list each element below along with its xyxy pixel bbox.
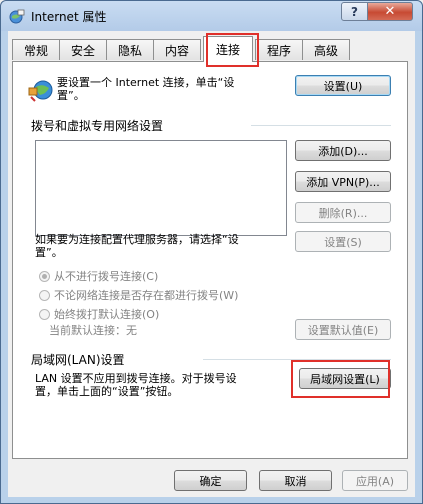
radio-label: 从不进行拨号连接(C) [54, 270, 159, 283]
cancel-button[interactable]: 取消 [259, 470, 332, 491]
dialup-group-header: 拨号和虚拟专用网络设置 [31, 119, 164, 133]
remove-button[interactable]: 删除(R)... [295, 202, 391, 223]
radio-dial-whenever[interactable]: 不论网络连接是否存在都进行拨号(W) [39, 287, 238, 303]
add-button[interactable]: 添加(D)... [295, 140, 391, 161]
lan-separator [203, 359, 391, 360]
tab-content[interactable]: 内容 [153, 39, 201, 60]
setup-text-line1: 要设置一个 Internet 连接，单击“设 [57, 76, 235, 89]
current-default-label: 当前默认连接：无 [49, 324, 137, 338]
radio-label: 始终拨打默认连接(O) [54, 308, 160, 321]
title-bar[interactable]: Internet 属性 ? ✕ [1, 1, 422, 31]
ok-button[interactable]: 确定 [174, 470, 247, 491]
tab-general[interactable]: 常规 [12, 39, 60, 60]
setup-text-line2: 置”。 [57, 89, 85, 102]
tab-privacy[interactable]: 隐私 [106, 39, 154, 60]
tab-programs[interactable]: 程序 [255, 39, 303, 60]
network-globe-icon [28, 80, 53, 102]
internet-options-icon [9, 9, 25, 24]
radio-indicator [39, 270, 50, 282]
proxy-text-line1: 如果要为连接配置代理服务器，请选择“设 [35, 233, 239, 246]
radio-always-dial-default[interactable]: 始终拨打默认连接(O) [39, 306, 159, 322]
tab-advanced[interactable]: 高级 [302, 39, 350, 60]
internet-properties-window: Internet 属性 ? ✕ 常规 安全 隐私 内容 连接 程序 高级 要设置… [0, 0, 423, 504]
tab-connections[interactable]: 连接 [203, 36, 253, 62]
radio-never-dial[interactable]: 从不进行拨号连接(C) [39, 268, 158, 284]
dialog-client-area: 常规 安全 隐私 内容 连接 程序 高级 要设置一个 Internet 连接，单… [8, 31, 415, 497]
radio-indicator [39, 289, 50, 301]
lan-settings-button[interactable]: 局域网设置(L) [299, 368, 391, 389]
set-default-button[interactable]: 设置默认值(E) [295, 319, 391, 340]
connections-listbox[interactable] [35, 140, 287, 236]
add-vpn-button[interactable]: 添加 VPN(P)... [295, 171, 391, 192]
radio-indicator [39, 308, 50, 320]
connections-panel: 要设置一个 Internet 连接，单击“设 置”。 设置(U) 拨号和虚拟专用… [12, 61, 408, 459]
window-title: Internet 属性 [31, 10, 107, 24]
dialup-separator [251, 125, 391, 126]
help-button[interactable]: ? [341, 2, 368, 21]
setup-button[interactable]: 设置(U) [295, 75, 391, 96]
lan-group-header: 局域网(LAN)设置 [31, 353, 125, 367]
current-default-caption: 当前默认连接： [49, 324, 126, 337]
dialup-settings-button[interactable]: 设置(S) [295, 231, 391, 252]
proxy-text-line2: 置”。 [35, 246, 63, 259]
tab-security[interactable]: 安全 [59, 39, 107, 60]
lan-text-line1: LAN 设置不应用到拨号连接。对于拨号设 [35, 372, 237, 385]
radio-label: 不论网络连接是否存在都进行拨号(W) [54, 289, 239, 302]
lan-text-line2: 置，单击上面的“设置”按钮。 [35, 385, 179, 398]
apply-button[interactable]: 应用(A) [342, 470, 408, 491]
close-button[interactable]: ✕ [367, 2, 413, 21]
current-default-value: 无 [126, 324, 137, 337]
